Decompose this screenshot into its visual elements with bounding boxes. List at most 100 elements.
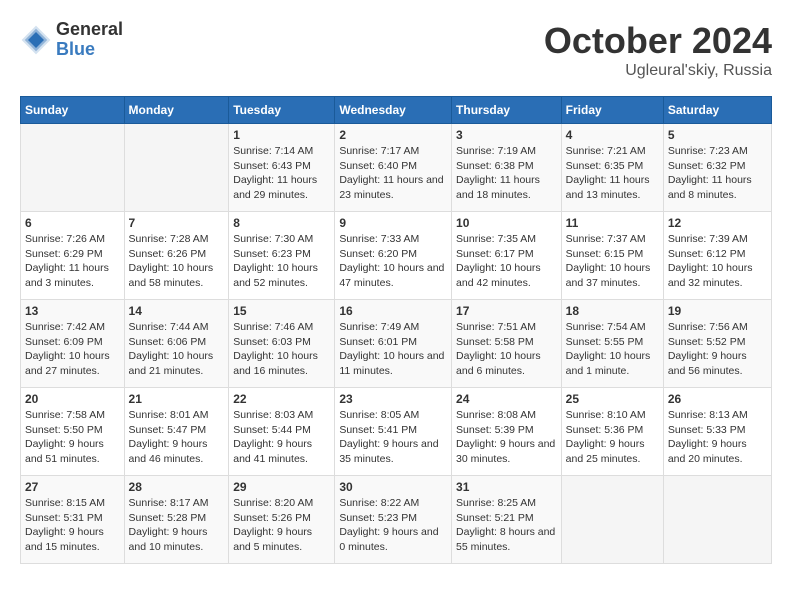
sunrise: Sunrise: 7:30 AM xyxy=(233,233,313,245)
daylight: Daylight: 10 hours and 37 minutes. xyxy=(566,262,651,289)
day-info: Sunrise: 8:15 AMSunset: 5:31 PMDaylight:… xyxy=(25,496,120,555)
sunrise: Sunrise: 7:42 AM xyxy=(25,321,105,333)
day-info: Sunrise: 7:21 AMSunset: 6:35 PMDaylight:… xyxy=(566,144,659,203)
day-number: 14 xyxy=(129,304,225,318)
daylight: Daylight: 11 hours and 13 minutes. xyxy=(566,174,650,201)
day-number: 5 xyxy=(668,128,767,142)
calendar-cell: 3Sunrise: 7:19 AMSunset: 6:38 PMDaylight… xyxy=(452,124,562,212)
daylight: Daylight: 11 hours and 8 minutes. xyxy=(668,174,752,201)
sunrise: Sunrise: 8:17 AM xyxy=(129,497,209,509)
daylight: Daylight: 9 hours and 30 minutes. xyxy=(456,438,555,465)
sunset: Sunset: 6:03 PM xyxy=(233,336,311,348)
day-info: Sunrise: 7:19 AMSunset: 6:38 PMDaylight:… xyxy=(456,144,557,203)
day-number: 27 xyxy=(25,480,120,494)
sunrise: Sunrise: 8:03 AM xyxy=(233,409,313,421)
page-header: General Blue October 2024 Ugleural'skiy,… xyxy=(20,20,772,80)
day-info: Sunrise: 7:44 AMSunset: 6:06 PMDaylight:… xyxy=(129,320,225,379)
sunrise: Sunrise: 8:08 AM xyxy=(456,409,536,421)
daylight: Daylight: 10 hours and 58 minutes. xyxy=(129,262,214,289)
calendar-cell: 17Sunrise: 7:51 AMSunset: 5:58 PMDayligh… xyxy=(452,300,562,388)
calendar-cell xyxy=(561,476,663,564)
daylight: Daylight: 9 hours and 56 minutes. xyxy=(668,350,747,377)
calendar-week: 1Sunrise: 7:14 AMSunset: 6:43 PMDaylight… xyxy=(21,124,772,212)
sunset: Sunset: 5:41 PM xyxy=(339,424,417,436)
sunrise: Sunrise: 7:39 AM xyxy=(668,233,748,245)
calendar-cell: 12 Sunrise: 7:39 AMSunset: 6:12 PMDayligh… xyxy=(663,212,771,300)
daylight: Daylight: 9 hours and 46 minutes. xyxy=(129,438,208,465)
day-info: Sunrise: 7:26 AMSunset: 6:29 PMDaylight:… xyxy=(25,232,120,291)
sunset: Sunset: 5:39 PM xyxy=(456,424,534,436)
daylight: Daylight: 10 hours and 21 minutes. xyxy=(129,350,214,377)
header-day: Sunday xyxy=(21,97,125,124)
sunset: Sunset: 6:09 PM xyxy=(25,336,103,348)
sunset: Sunset: 5:31 PM xyxy=(25,512,103,524)
calendar-cell: 28Sunrise: 8:17 AMSunset: 5:28 PMDayligh… xyxy=(124,476,229,564)
calendar-cell: 14 Sunrise: 7:44 AMSunset: 6:06 PMDayligh… xyxy=(124,300,229,388)
daylight: Daylight: 11 hours and 18 minutes. xyxy=(456,174,540,201)
sunset: Sunset: 5:58 PM xyxy=(456,336,534,348)
day-info: Sunrise: 7:49 AMSunset: 6:01 PMDaylight:… xyxy=(339,320,447,379)
calendar-cell: 9Sunrise: 7:33 AMSunset: 6:20 PMDaylight… xyxy=(335,212,452,300)
calendar-cell: 5Sunrise: 7:23 AMSunset: 6:32 PMDaylight… xyxy=(663,124,771,212)
sunrise: Sunrise: 7:54 AM xyxy=(566,321,646,333)
day-number: 17 xyxy=(456,304,557,318)
logo: General Blue xyxy=(20,20,123,60)
sunrise: Sunrise: 7:51 AM xyxy=(456,321,536,333)
daylight: Daylight: 10 hours and 47 minutes. xyxy=(339,262,444,289)
calendar-cell: 31Sunrise: 8:25 AMSunset: 5:21 PMDayligh… xyxy=(452,476,562,564)
sunset: Sunset: 5:36 PM xyxy=(566,424,644,436)
header-day: Saturday xyxy=(663,97,771,124)
day-info: Sunrise: 7:42 AM Sunset: 6:09 PM Daylight:… xyxy=(25,320,120,379)
calendar-cell: 8Sunrise: 7:30 AMSunset: 6:23 PMDaylight… xyxy=(229,212,335,300)
day-number: 12 xyxy=(668,216,767,230)
calendar-cell: 13 Sunrise: 7:42 AM Sunset: 6:09 PM Dayligh… xyxy=(21,300,125,388)
day-info: Sunrise: 8:20 AMSunset: 5:26 PMDaylight:… xyxy=(233,496,330,555)
sunset: Sunset: 5:23 PM xyxy=(339,512,417,524)
calendar-cell: 4 Sunrise: 7:21 AMSunset: 6:35 PMDaylight… xyxy=(561,124,663,212)
sunrise: Sunrise: 7:19 AM xyxy=(456,145,536,157)
sunrise: Sunrise: 7:56 AM xyxy=(668,321,748,333)
calendar-cell: 10Sunrise: 7:35 AMSunset: 6:17 PMDayligh… xyxy=(452,212,562,300)
day-number: 26 xyxy=(668,392,767,406)
header-day: Tuesday xyxy=(229,97,335,124)
sunrise: Sunrise: 7:17 AM xyxy=(339,145,419,157)
logo-blue: Blue xyxy=(56,40,123,60)
day-info: Sunrise: 8:13 AMSunset: 5:33 PMDaylight:… xyxy=(668,408,767,467)
day-number: 19 xyxy=(668,304,767,318)
day-info: Sunrise: 7:37 AMSunset: 6:15 PMDaylight:… xyxy=(566,232,659,291)
calendar-cell: 2Sunrise: 7:17 AMSunset: 6:40 PMDaylight… xyxy=(335,124,452,212)
day-number: 11 xyxy=(566,216,659,230)
daylight: Daylight: 8 hours and 55 minutes. xyxy=(456,526,555,553)
day-number: 13 xyxy=(25,304,120,318)
calendar-week: 13 Sunrise: 7:42 AM Sunset: 6:09 PM Dayligh… xyxy=(21,300,772,388)
calendar-cell: 11 Sunrise: 7:37 AMSunset: 6:15 PMDayligh… xyxy=(561,212,663,300)
day-number: 4 xyxy=(566,128,659,142)
sunrise: Sunrise: 8:05 AM xyxy=(339,409,419,421)
sunrise: Sunrise: 8:22 AM xyxy=(339,497,419,509)
sunrise: Sunrise: 7:33 AM xyxy=(339,233,419,245)
day-number: 7 xyxy=(129,216,225,230)
header-row: SundayMondayTuesdayWednesdayThursdayFrid… xyxy=(21,97,772,124)
sunrise: Sunrise: 8:15 AM xyxy=(25,497,105,509)
calendar-cell: 20Sunrise: 7:58 AMSunset: 5:50 PMDayligh… xyxy=(21,388,125,476)
sunset: Sunset: 5:21 PM xyxy=(456,512,534,524)
calendar-cell: 18Sunrise: 7:54 AMSunset: 5:55 PMDayligh… xyxy=(561,300,663,388)
day-number: 6 xyxy=(25,216,120,230)
sunrise: Sunrise: 8:01 AM xyxy=(129,409,209,421)
daylight: Daylight: 10 hours and 1 minute. xyxy=(566,350,651,377)
daylight: Daylight: 10 hours and 27 minutes. xyxy=(25,350,110,377)
calendar-cell: 29Sunrise: 8:20 AMSunset: 5:26 PMDayligh… xyxy=(229,476,335,564)
sunrise: Sunrise: 8:13 AM xyxy=(668,409,748,421)
calendar-cell: 6 Sunrise: 7:26 AMSunset: 6:29 PMDaylight… xyxy=(21,212,125,300)
calendar-cell: 25Sunrise: 8:10 AMSunset: 5:36 PMDayligh… xyxy=(561,388,663,476)
day-info: Sunrise: 7:46 AMSunset: 6:03 PMDaylight:… xyxy=(233,320,330,379)
sunrise: Sunrise: 7:58 AM xyxy=(25,409,105,421)
calendar-week: 6 Sunrise: 7:26 AMSunset: 6:29 PMDaylight… xyxy=(21,212,772,300)
month-title: October 2024 xyxy=(544,20,772,62)
day-info: Sunrise: 7:39 AMSunset: 6:12 PMDaylight:… xyxy=(668,232,767,291)
day-info: Sunrise: 8:08 AM Sunset: 5:39 PM Daylight:… xyxy=(456,408,557,467)
day-info: Sunrise: 7:51 AMSunset: 5:58 PMDaylight:… xyxy=(456,320,557,379)
day-number: 31 xyxy=(456,480,557,494)
day-info: Sunrise: 7:33 AMSunset: 6:20 PMDaylight:… xyxy=(339,232,447,291)
day-number: 30 xyxy=(339,480,447,494)
